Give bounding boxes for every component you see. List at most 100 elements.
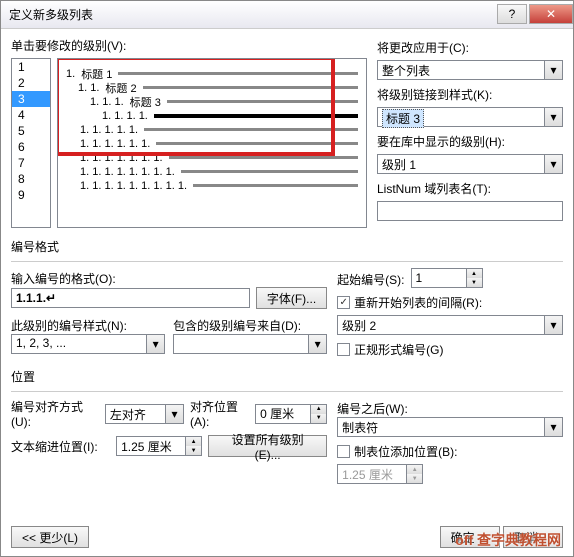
- spinner-buttons: ▲▼: [407, 464, 423, 484]
- tabstop-label: 制表位添加位置(B):: [354, 443, 457, 460]
- align-value: 左对齐: [105, 404, 166, 424]
- number-style-combo[interactable]: 1, 2, 3, ...▾: [11, 334, 165, 354]
- checkbox-icon: [337, 343, 350, 356]
- link-style-label: 将级别链接到样式(K):: [377, 86, 563, 103]
- position-right: 编号之后(W): 制表符▾ 制表位添加位置(B): ▲▼: [337, 398, 563, 484]
- left-area: 单击要修改的级别(V): 1 2 3 4 5 6 7 8 9: [11, 37, 367, 228]
- level-item[interactable]: 7: [12, 155, 50, 171]
- align-at-field[interactable]: [255, 404, 311, 424]
- format-left: 输入编号的格式(O): 字体(F)... 此级别的编号样式(N): 1, 2, …: [11, 268, 327, 358]
- spin-up-icon: ▲: [407, 465, 422, 474]
- apply-to-value: 整个列表: [377, 60, 545, 80]
- spin-up-icon[interactable]: ▲: [467, 269, 482, 278]
- format-right: 起始编号(S): ▲▼ ✓重新开始列表的间隔(R): 级别 2▾ 正规形式编号(…: [337, 268, 563, 358]
- chevron-down-icon[interactable]: ▾: [545, 417, 563, 437]
- align-combo[interactable]: 左对齐▾: [105, 404, 184, 424]
- enter-format-label: 输入编号的格式(O):: [11, 270, 327, 287]
- gallery-value: 级别 1: [377, 154, 545, 174]
- pv-bar: [181, 170, 358, 173]
- number-format-title: 编号格式: [11, 238, 563, 255]
- tabstop-checkbox[interactable]: 制表位添加位置(B):: [337, 443, 563, 460]
- listnum-field[interactable]: [377, 201, 563, 221]
- chevron-down-icon[interactable]: ▾: [545, 154, 563, 174]
- level-item-selected[interactable]: 3: [12, 91, 50, 107]
- start-at-label: 起始编号(S):: [337, 271, 404, 288]
- chevron-down-icon[interactable]: ▾: [545, 60, 563, 80]
- help-button[interactable]: ?: [497, 4, 527, 24]
- link-style-combo[interactable]: 标题 3 ▾: [377, 107, 563, 127]
- less-button[interactable]: << 更少(L): [11, 526, 89, 548]
- level-item[interactable]: 6: [12, 139, 50, 155]
- level-item[interactable]: 5: [12, 123, 50, 139]
- level-item[interactable]: 4: [12, 107, 50, 123]
- chevron-down-icon[interactable]: ▾: [166, 404, 184, 424]
- spinner-buttons[interactable]: ▲▼: [467, 268, 483, 288]
- chevron-down-icon[interactable]: ▾: [309, 334, 327, 354]
- close-button[interactable]: ✕: [529, 4, 573, 24]
- start-at-spinner[interactable]: ▲▼: [411, 268, 483, 288]
- level-item[interactable]: 9: [12, 187, 50, 203]
- format-input[interactable]: [11, 288, 250, 308]
- start-at-field[interactable]: [411, 268, 467, 288]
- set-all-levels-button[interactable]: 设置所有级别(E)...: [208, 435, 327, 457]
- apply-to-label: 将更改应用于(C):: [377, 39, 563, 56]
- spin-up-icon[interactable]: ▲: [311, 405, 326, 414]
- titlebar-buttons: ? ✕: [497, 6, 573, 24]
- right-column: 将更改应用于(C): 整个列表▾ 将级别链接到样式(K): 标题 3▾ 要在库中…: [377, 37, 563, 228]
- chevron-down-icon[interactable]: ▾: [545, 315, 563, 335]
- level-list-label: 单击要修改的级别(V):: [11, 37, 367, 54]
- include-from-combo[interactable]: ▾: [173, 334, 327, 354]
- chevron-down-icon[interactable]: ▾: [545, 107, 563, 127]
- start-at-row: 起始编号(S): ▲▼: [337, 268, 563, 288]
- style-row: 此级别的编号样式(N): 1, 2, 3, ...▾ 包含的级别编号来自(D):…: [11, 315, 327, 354]
- titlebar: 定义新多级列表 ? ✕: [1, 1, 573, 29]
- chevron-down-icon[interactable]: ▾: [147, 334, 165, 354]
- restart-combo[interactable]: 级别 2▾: [337, 315, 563, 335]
- spin-down-icon[interactable]: ▼: [467, 278, 482, 287]
- dialog-window: 定义新多级列表 ? ✕ 单击要修改的级别(V): 1 2 3 4 5 6 7: [0, 0, 574, 557]
- format-row: 输入编号的格式(O): 字体(F)... 此级别的编号样式(N): 1, 2, …: [11, 268, 563, 358]
- spinner-buttons[interactable]: ▲▼: [311, 404, 327, 424]
- level-item[interactable]: 2: [12, 75, 50, 91]
- spinner-buttons[interactable]: ▲▼: [186, 436, 202, 456]
- legal-checkbox[interactable]: 正规形式编号(G): [337, 341, 563, 358]
- align-at-label: 对齐位置(A):: [190, 398, 249, 429]
- indent-field[interactable]: [116, 436, 186, 456]
- spin-down-icon[interactable]: ▼: [311, 414, 326, 423]
- apply-to-combo[interactable]: 整个列表▾: [377, 60, 563, 80]
- legal-label: 正规形式编号(G): [354, 341, 443, 358]
- level-item[interactable]: 8: [12, 171, 50, 187]
- level-list[interactable]: 1 2 3 4 5 6 7 8 9: [11, 58, 51, 228]
- font-button[interactable]: 字体(F)...: [256, 287, 327, 309]
- align-label: 编号对齐方式(U):: [11, 398, 99, 429]
- align-at-spinner[interactable]: ▲▼: [255, 404, 327, 424]
- gallery-label: 要在库中显示的级别(H):: [377, 133, 563, 150]
- ok-button[interactable]: 确定: [440, 526, 500, 548]
- spin-down-icon[interactable]: ▼: [186, 446, 201, 455]
- indent-spinner[interactable]: ▲▼: [116, 436, 202, 456]
- restart-checkbox[interactable]: ✓重新开始列表的间隔(R):: [337, 294, 563, 311]
- link-style-text: 标题 3: [382, 109, 424, 128]
- indent-row: 文本缩进位置(I): ▲▼ 设置所有级别(E)...: [11, 435, 327, 457]
- restart-label: 重新开始列表的间隔(R):: [354, 294, 482, 311]
- spin-up-icon[interactable]: ▲: [186, 437, 201, 446]
- position-row: 编号对齐方式(U): 左对齐▾ 对齐位置(A): ▲▼ 文本缩进位置(I): ▲…: [11, 398, 563, 484]
- level-item[interactable]: 1: [12, 59, 50, 75]
- tabstop-spinner: ▲▼: [337, 464, 563, 484]
- format-field[interactable]: [11, 288, 250, 308]
- position-title: 位置: [11, 368, 563, 385]
- gallery-combo[interactable]: 级别 1▾: [377, 154, 563, 174]
- cancel-button[interactable]: 取消: [503, 526, 563, 548]
- include-from-label: 包含的级别编号来自(D):: [173, 317, 327, 334]
- follow-combo[interactable]: 制表符▾: [337, 417, 563, 437]
- listnum-label: ListNum 域列表名(T):: [377, 180, 563, 197]
- pv-bar: [193, 184, 358, 187]
- number-format-group: 输入编号的格式(O): 字体(F)... 此级别的编号样式(N): 1, 2, …: [11, 261, 563, 358]
- pv-num: 1. 1. 1. 1. 1. 1. 1. 1.: [80, 166, 175, 178]
- listnum-input[interactable]: [377, 201, 563, 221]
- link-style-value: 标题 3: [377, 107, 545, 127]
- checkbox-icon: [337, 445, 350, 458]
- level-preview-row: 1 2 3 4 5 6 7 8 9 1.标题 1 1. 1.标题 2: [11, 58, 367, 228]
- top-row: 单击要修改的级别(V): 1 2 3 4 5 6 7 8 9: [11, 37, 563, 228]
- number-style-col: 此级别的编号样式(N): 1, 2, 3, ...▾: [11, 315, 165, 354]
